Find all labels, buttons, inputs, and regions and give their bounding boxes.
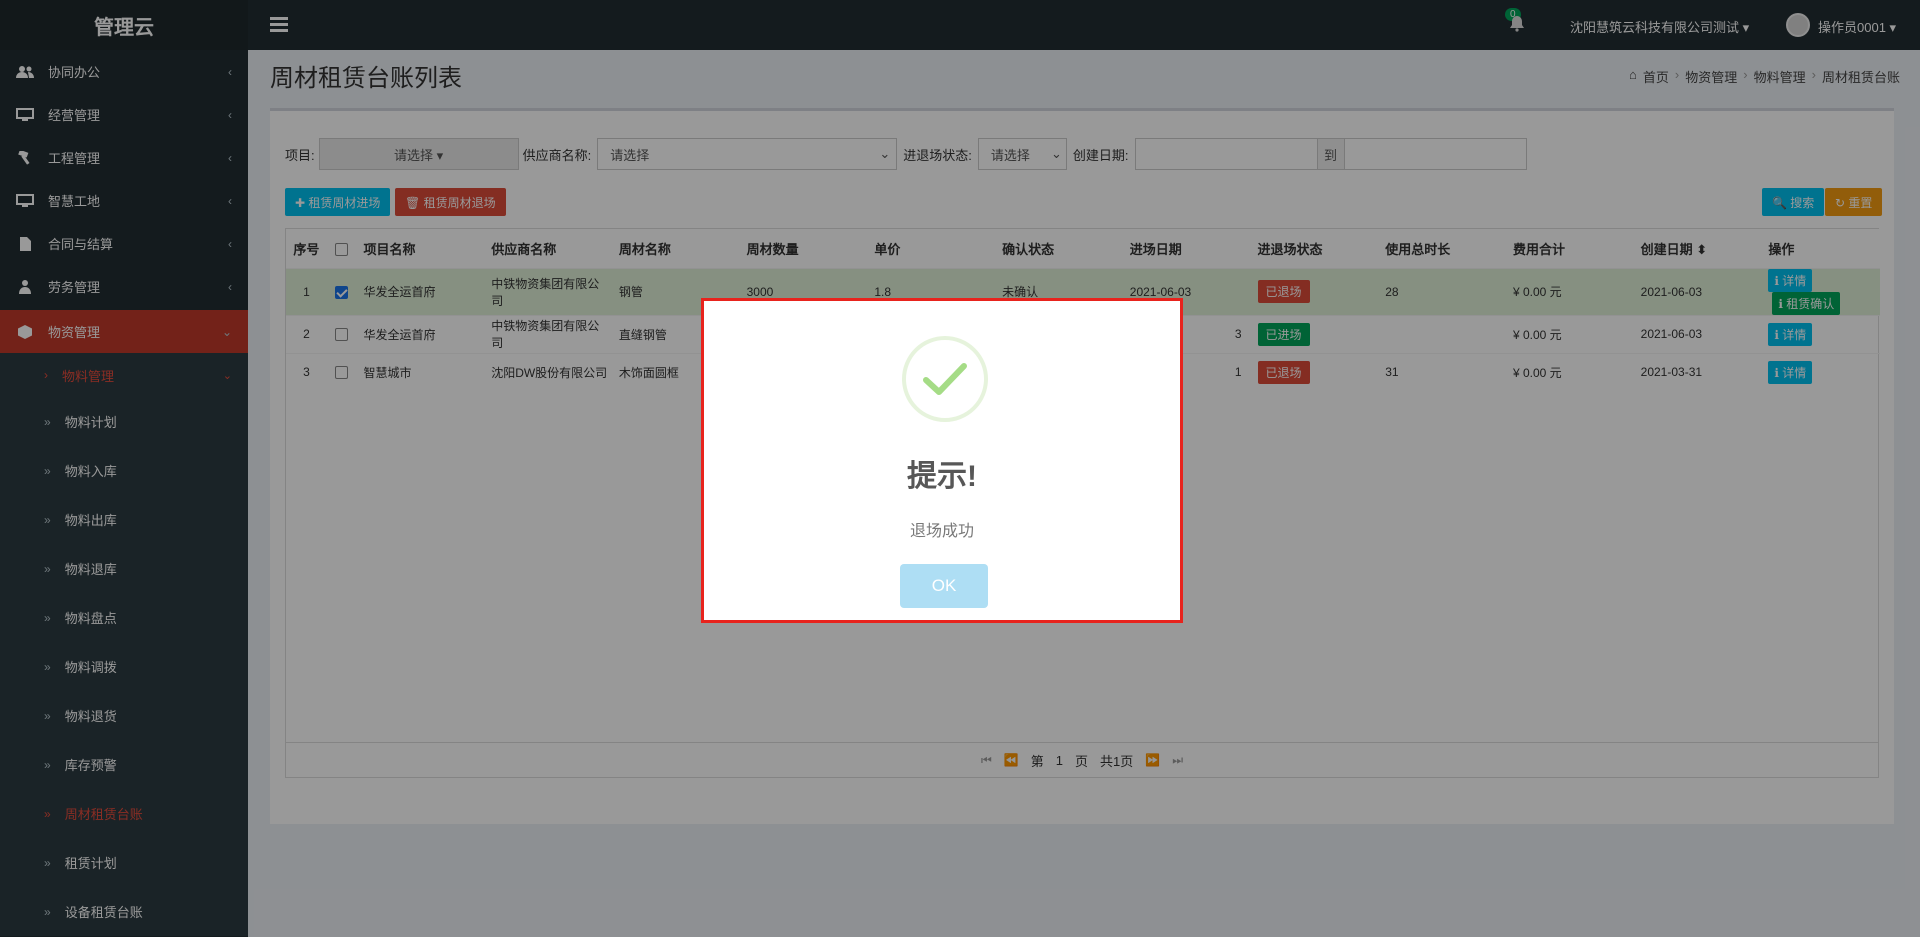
success-check-icon <box>902 336 988 422</box>
alert-dialog: 提示! 退场成功 OK <box>701 298 1183 623</box>
dialog-message: 退场成功 <box>909 523 974 540</box>
ok-button[interactable]: OK <box>900 564 988 608</box>
dialog-title: 提示! <box>907 460 977 493</box>
